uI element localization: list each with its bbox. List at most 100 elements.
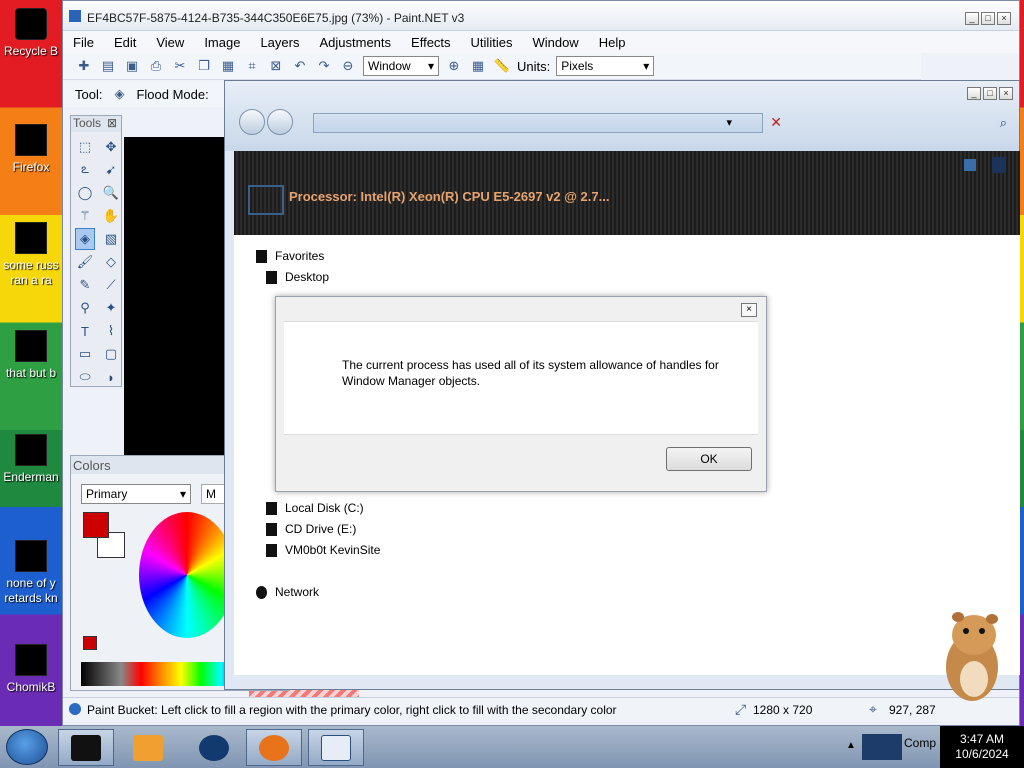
recycle-bin-icon xyxy=(15,8,47,40)
menu-image[interactable]: Image xyxy=(194,35,250,50)
add-to-palette-icon[interactable] xyxy=(83,636,97,650)
undo-icon[interactable]: ↶ xyxy=(291,57,309,75)
taskbar-app-firefox[interactable] xyxy=(246,729,302,766)
rectangle-select-icon[interactable]: ⬚ xyxy=(75,136,95,158)
address-bar[interactable]: ▾ ✕ xyxy=(313,113,782,133)
freeform-shape-icon[interactable]: ◗ xyxy=(101,366,121,388)
redo-icon[interactable]: ↷ xyxy=(315,57,333,75)
copy-icon[interactable]: ❐ xyxy=(195,57,213,75)
search-icon[interactable]: ⌕ xyxy=(1000,115,1007,131)
title-bar[interactable]: EF4BC57F-5875-4124-B735-344C350E6E75.jpg… xyxy=(63,1,1019,31)
ellipse-select-icon[interactable]: ◯ xyxy=(75,182,95,204)
desktop-icon-some-russ[interactable]: some russ ran a ra xyxy=(0,222,62,288)
clone-stamp-icon[interactable]: ⚲ xyxy=(75,297,95,319)
magic-wand-icon[interactable]: ⚚ xyxy=(75,205,95,227)
nav-cd-drive[interactable]: CD Drive (E:) xyxy=(266,522,356,537)
pencil-icon[interactable]: ✎ xyxy=(75,274,95,296)
zoom-icon[interactable]: 🔍 xyxy=(101,182,121,204)
gradient-icon[interactable]: ▧ xyxy=(101,228,121,250)
move-selected-icon[interactable]: ➹ xyxy=(101,159,121,181)
paint-bucket-icon[interactable]: ◈ xyxy=(110,85,128,103)
chevron-down-icon[interactable]: ▾ xyxy=(726,116,732,129)
minimize-button[interactable]: _ xyxy=(967,87,981,100)
menu-window[interactable]: Window xyxy=(522,35,588,50)
desktop-icon-that-but[interactable]: that but b xyxy=(0,330,62,381)
units-select[interactable]: Pixels ▾ xyxy=(556,56,655,76)
crop-icon[interactable]: ⌗ xyxy=(243,57,261,75)
menu-effects[interactable]: Effects xyxy=(401,35,461,50)
menu-view[interactable]: View xyxy=(146,35,194,50)
menu-layers[interactable]: Layers xyxy=(250,35,309,50)
nav-network-share[interactable]: VM0b0t KevinSite xyxy=(266,543,380,558)
close-button[interactable]: × xyxy=(997,12,1011,25)
move-selection-icon[interactable]: ✥ xyxy=(101,136,121,158)
start-button[interactable] xyxy=(6,729,48,765)
eraser-icon[interactable]: ◇ xyxy=(101,251,121,273)
deselect-icon[interactable]: ⊠ xyxy=(267,57,285,75)
minimize-button[interactable]: _ xyxy=(965,12,979,25)
maximize-button[interactable]: □ xyxy=(981,12,995,25)
dialog-close-button[interactable]: × xyxy=(741,303,757,317)
paintbrush-icon[interactable]: 🖌 xyxy=(75,251,95,273)
help-icon xyxy=(69,703,81,715)
desktop-icon-recycle-bin[interactable]: Recycle B xyxy=(0,8,62,59)
close-icon[interactable]: ⊠ xyxy=(107,116,117,132)
maximize-button[interactable]: □ xyxy=(983,87,997,100)
taskbar-app-paintnet[interactable] xyxy=(308,729,364,766)
desktop-icon-none-of[interactable]: none of y retards kn xyxy=(0,540,62,606)
lasso-select-icon[interactable]: ఽ xyxy=(75,159,95,181)
menu-file[interactable]: File xyxy=(63,35,104,50)
processor-info: Processor: Intel(R) Xeon(R) CPU E5-2697 … xyxy=(289,189,610,204)
open-folder-icon[interactable]: ▤ xyxy=(99,57,117,75)
rounded-rectangle-icon[interactable]: ▢ xyxy=(101,343,121,365)
recolor-icon[interactable]: ✦ xyxy=(101,297,121,319)
zoom-in-icon[interactable]: ⊕ xyxy=(445,57,463,75)
tray-chevron-icon[interactable]: ▲ xyxy=(846,740,856,751)
cut-icon[interactable]: ✂ xyxy=(171,57,189,75)
color-mode-select[interactable]: Primary ▾ xyxy=(81,484,191,504)
zoom-out-icon[interactable]: ⊖ xyxy=(339,57,357,75)
nav-local-disk[interactable]: Local Disk (C:) xyxy=(266,501,364,516)
nav-desktop[interactable]: Desktop xyxy=(266,270,329,285)
print-icon[interactable]: ⎙ xyxy=(147,57,165,75)
taskbar-app-1[interactable] xyxy=(58,729,114,766)
nav-network[interactable]: Network xyxy=(256,585,319,600)
cd-drive-icon xyxy=(266,523,277,537)
close-button[interactable]: × xyxy=(999,87,1013,100)
paint-bucket-icon[interactable]: ◈ xyxy=(75,228,95,250)
ellipse-icon[interactable]: ⬭ xyxy=(75,366,95,388)
taskbar-app-globe[interactable] xyxy=(186,729,242,766)
ok-button[interactable]: OK xyxy=(666,447,752,471)
rectangle-icon[interactable]: ▭ xyxy=(75,343,95,365)
nav-favorites[interactable]: Favorites xyxy=(256,249,324,264)
pan-icon[interactable]: ✋ xyxy=(101,205,121,227)
help-icon[interactable] xyxy=(992,157,1006,173)
save-icon[interactable]: ▣ xyxy=(123,57,141,75)
clock[interactable]: 3:47 AM 10/6/2024 xyxy=(940,726,1024,768)
color-picker-icon[interactable]: ⟋ xyxy=(101,274,121,296)
desktop-icon-label: that but b xyxy=(5,366,57,380)
new-file-icon[interactable]: ✚ xyxy=(75,57,93,75)
network-tray-icon[interactable] xyxy=(862,734,902,760)
menu-help[interactable]: Help xyxy=(589,35,636,50)
line-curve-icon[interactable]: ⌇ xyxy=(101,320,121,342)
menu-edit[interactable]: Edit xyxy=(104,35,146,50)
desktop-icon-firefox[interactable]: Firefox xyxy=(0,124,62,175)
desktop-icon-chomik[interactable]: ChomikB xyxy=(0,644,62,695)
color-wheel[interactable] xyxy=(139,512,235,638)
window-title: EF4BC57F-5875-4124-B735-344C350E6E75.jpg… xyxy=(87,11,465,25)
zoom-select[interactable]: Window ▾ xyxy=(363,56,439,76)
primary-color-swatch[interactable] xyxy=(83,512,109,538)
desktop-icon-enderman[interactable]: Enderman xyxy=(0,434,62,485)
stop-icon[interactable]: ✕ xyxy=(770,114,782,131)
forward-button[interactable] xyxy=(267,109,293,135)
text-icon[interactable]: T xyxy=(75,320,95,342)
paste-icon[interactable]: ▦ xyxy=(219,57,237,75)
grid-icon[interactable]: ▦ xyxy=(469,57,487,75)
ruler-icon[interactable]: 📏 xyxy=(493,57,511,75)
menu-utilities[interactable]: Utilities xyxy=(461,35,523,50)
menu-adjustments[interactable]: Adjustments xyxy=(309,35,401,50)
taskbar-app-media[interactable] xyxy=(120,729,176,766)
back-button[interactable] xyxy=(239,109,265,135)
firefox-icon xyxy=(15,124,47,156)
